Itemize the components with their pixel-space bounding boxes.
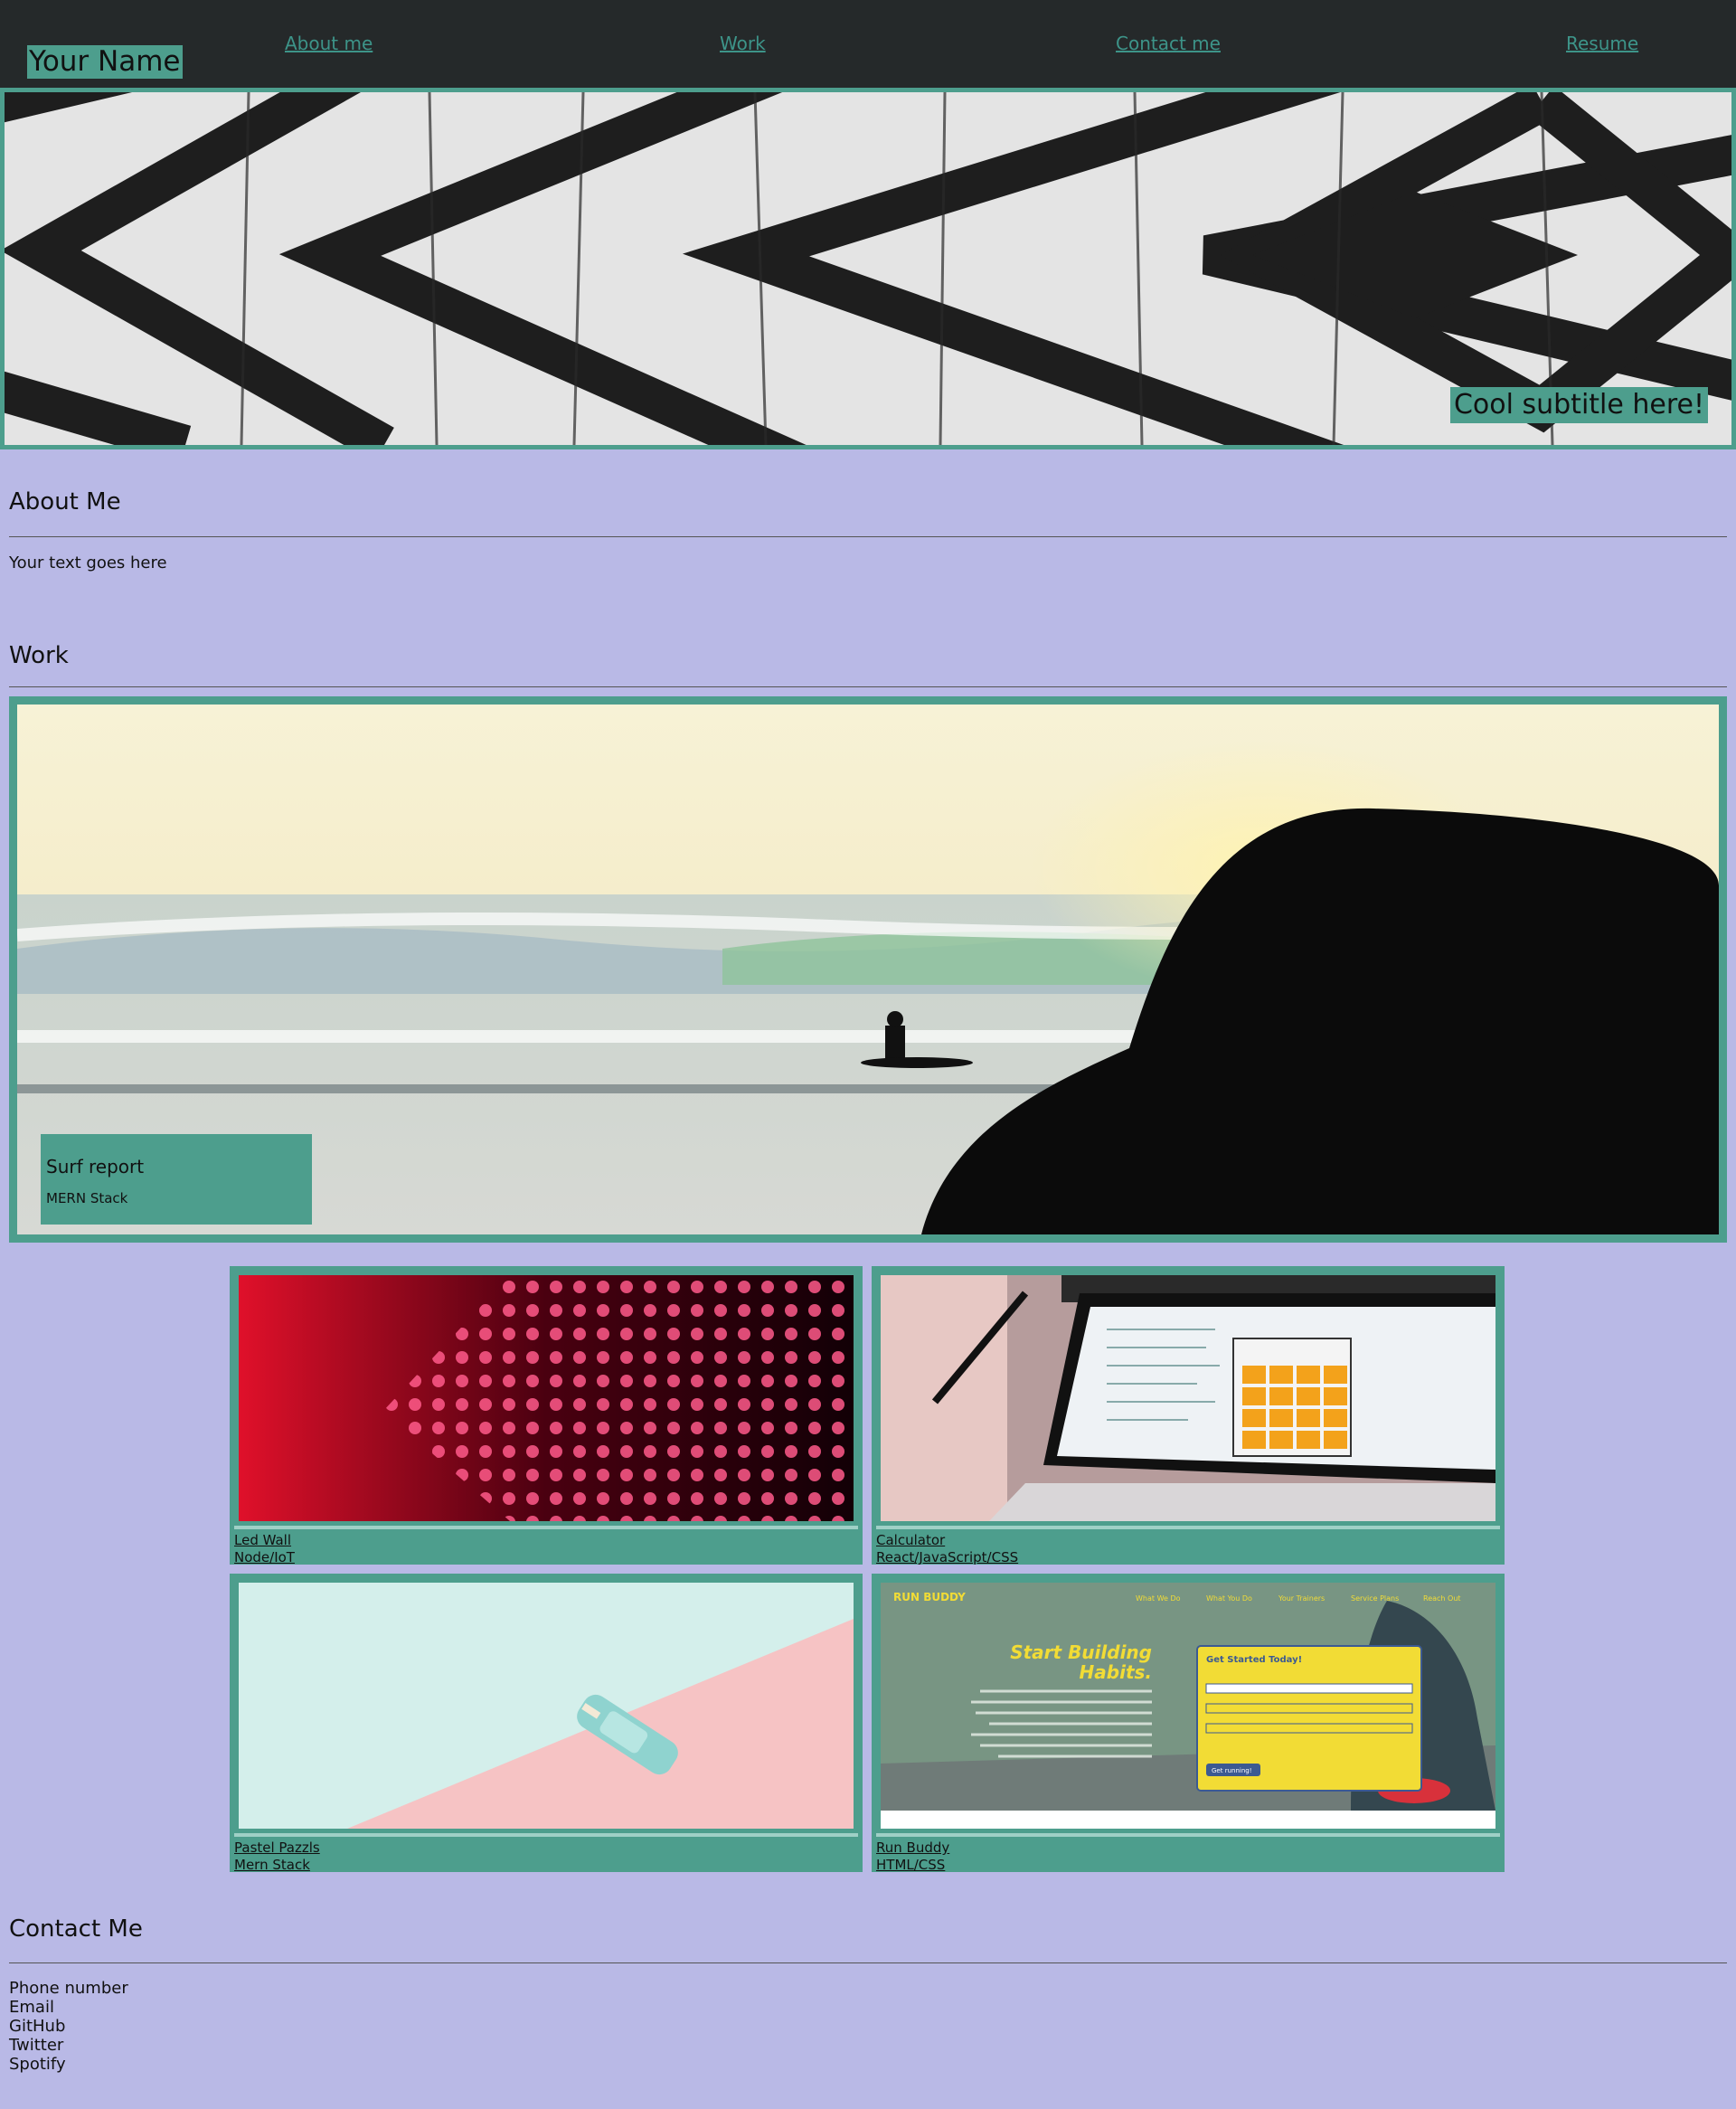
pastel-car-image bbox=[239, 1583, 854, 1829]
card-divider bbox=[876, 1526, 1500, 1529]
project-card-led-wall[interactable]: Led Wall Node/IoT bbox=[230, 1266, 863, 1565]
project-tech[interactable]: HTML/CSS bbox=[876, 1857, 949, 1874]
nav-about-link[interactable]: About me bbox=[285, 31, 373, 56]
run-buddy-logo: RUN BUDDY bbox=[893, 1591, 966, 1603]
project-tech[interactable]: Mern Stack bbox=[234, 1857, 320, 1874]
project-title[interactable]: Calculator bbox=[876, 1532, 1018, 1549]
nav-resume-link[interactable]: Resume bbox=[1566, 31, 1638, 56]
hero-banner: Cool subtitle here! bbox=[0, 88, 1736, 449]
project-tech[interactable]: Node/IoT bbox=[234, 1549, 295, 1566]
nav-contact-link[interactable]: Contact me bbox=[1116, 31, 1221, 56]
card-caption: Run Buddy HTML/CSS bbox=[876, 1839, 949, 1874]
card-divider bbox=[234, 1526, 858, 1529]
run-buddy-nav-item: Reach Out bbox=[1423, 1594, 1461, 1603]
card-divider bbox=[876, 1833, 1500, 1837]
hero-subtitle: Cool subtitle here! bbox=[1449, 387, 1708, 423]
run-buddy-screenshot: Get running! Get Started Today! RUN BUDD… bbox=[881, 1583, 1495, 1829]
project-title[interactable]: Run Buddy bbox=[876, 1839, 949, 1857]
contact-github[interactable]: GitHub bbox=[9, 2017, 128, 2036]
contact-phone[interactable]: Phone number bbox=[9, 1979, 128, 1998]
project-card-pastel-pazzls[interactable]: Pastel Pazzls Mern Stack bbox=[230, 1574, 863, 1874]
run-buddy-headline-line-2: Habits. bbox=[1080, 1661, 1152, 1683]
card-divider bbox=[234, 1833, 858, 1837]
project-title[interactable]: Pastel Pazzls bbox=[234, 1839, 320, 1857]
work-heading: Work bbox=[9, 642, 69, 669]
card-caption: Pastel Pazzls Mern Stack bbox=[234, 1839, 320, 1874]
contact-heading: Contact Me bbox=[9, 1915, 143, 1943]
featured-caption: Surf report MERN Stack bbox=[41, 1134, 312, 1225]
run-buddy-nav-item: Your Trainers bbox=[1278, 1594, 1325, 1603]
project-card-run-buddy[interactable]: Get running! Get Started Today! RUN BUDD… bbox=[872, 1574, 1505, 1874]
contact-email[interactable]: Email bbox=[9, 1998, 128, 2017]
contact-divider bbox=[9, 1962, 1727, 1963]
contact-spotify[interactable]: Spotify bbox=[9, 2055, 128, 2074]
project-tech[interactable]: React/JavaScript/CSS bbox=[876, 1549, 1018, 1566]
featured-title[interactable]: Surf report bbox=[46, 1156, 307, 1177]
featured-project-card[interactable]: Surf report MERN Stack bbox=[9, 696, 1727, 1243]
brand-name[interactable]: Your Name bbox=[27, 45, 183, 79]
led-wall-image bbox=[239, 1275, 854, 1521]
run-buddy-headline-line-1: Start Building bbox=[1010, 1641, 1152, 1663]
run-buddy-form-title: Get Started Today! bbox=[1206, 1655, 1302, 1665]
contact-list: Phone number Email GitHub Twitter Spotif… bbox=[9, 1979, 128, 2074]
work-divider bbox=[9, 686, 1727, 687]
about-text: Your text goes here bbox=[9, 553, 167, 572]
run-buddy-nav-item: What You Do bbox=[1206, 1594, 1252, 1603]
run-buddy-button-text: Get running! bbox=[1212, 1767, 1252, 1774]
site-header: Your Name About me Work Contact me Resum… bbox=[0, 0, 1736, 88]
contact-twitter[interactable]: Twitter bbox=[9, 2036, 128, 2055]
about-heading: About Me bbox=[9, 488, 121, 515]
run-buddy-nav-item: What We Do bbox=[1136, 1594, 1181, 1603]
calculator-image bbox=[881, 1275, 1495, 1521]
nav-work-link[interactable]: Work bbox=[720, 31, 766, 56]
card-caption: Calculator React/JavaScript/CSS bbox=[876, 1532, 1018, 1566]
run-buddy-nav-item: Service Plans bbox=[1351, 1594, 1399, 1603]
featured-tech: MERN Stack bbox=[46, 1190, 128, 1206]
project-card-calculator[interactable]: Calculator React/JavaScript/CSS bbox=[872, 1266, 1505, 1565]
project-title[interactable]: Led Wall bbox=[234, 1532, 295, 1549]
card-caption: Led Wall Node/IoT bbox=[234, 1532, 295, 1566]
about-divider bbox=[9, 536, 1727, 537]
